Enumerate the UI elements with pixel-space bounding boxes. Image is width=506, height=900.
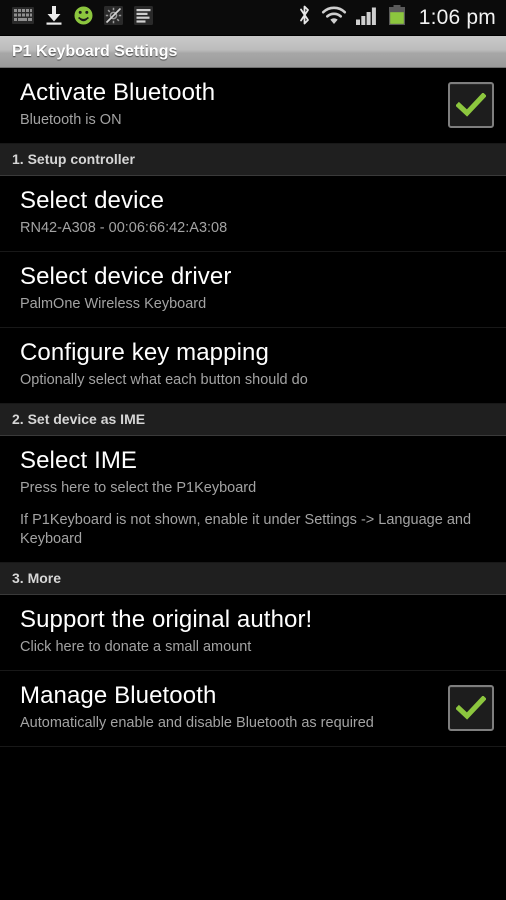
list-item-summary: Click here to donate a small amount xyxy=(20,639,252,656)
list-item-activate-bluetooth[interactable]: Activate Bluetooth Bluetooth is ON xyxy=(0,68,506,144)
list-item-select-ime[interactable]: Select IME Press here to select the P1Key… xyxy=(0,436,506,564)
list-item-summary: Bluetooth is ON xyxy=(20,111,122,128)
list-item-title: Select device driver xyxy=(20,263,232,290)
list-item-text: Activate Bluetooth Bluetooth is ON xyxy=(20,79,434,130)
list-item-text: Support the original author! Click here t… xyxy=(20,606,494,657)
list-item-widget xyxy=(434,685,494,732)
section-header-label: 3. More xyxy=(12,570,62,587)
page-title: P1 Keyboard Settings xyxy=(12,42,178,60)
title-bar: P1 Keyboard Settings xyxy=(0,36,506,68)
phone-screen: 1:06 pm P1 Keyboard Settings Activate Bl… xyxy=(0,0,506,900)
sync-disabled-icon xyxy=(104,5,123,30)
list-item-select-device-driver[interactable]: Select device driver PalmOne Wireless Key… xyxy=(0,252,506,328)
section-header-setup-controller: 1. Setup controller xyxy=(0,144,506,176)
list-item-title: Configure key mapping xyxy=(20,339,269,366)
list-item-configure-key-mapping[interactable]: Configure key mapping Optionally select w… xyxy=(0,328,506,404)
status-bar-clock: 1:06 pm xyxy=(418,5,496,29)
bluetooth-icon xyxy=(297,4,312,31)
checkmark-icon xyxy=(456,93,486,117)
list-item-widget xyxy=(434,82,494,128)
list-item-support-the-original-author[interactable]: Support the original author! Click here t… xyxy=(0,595,506,672)
list-item-title: Manage Bluetooth xyxy=(20,682,217,710)
list-item-title: Activate Bluetooth xyxy=(20,79,216,106)
list-item-manage-bluetooth[interactable]: Manage Bluetooth Automatically enable and… xyxy=(0,671,506,748)
list-item-select-device[interactable]: Select device RN42-A308 - 00:06:66:42:A3:… xyxy=(0,176,506,252)
wifi-icon xyxy=(321,5,347,30)
checkbox-activate-bluetooth[interactable] xyxy=(448,82,494,128)
list-icon xyxy=(134,5,153,30)
list-tail xyxy=(0,747,506,768)
list-item-summary: RN42-A308 - 00:06:66:42:A3:08 xyxy=(20,219,228,236)
checkmark-icon xyxy=(456,696,486,720)
list-item-summary: Optionally select what each button shoul… xyxy=(20,371,308,388)
list-item-title: Support the original author! xyxy=(20,606,313,634)
section-header-set-device-as-ime: 2. Set device as IME xyxy=(0,404,506,436)
list-item-text: Select device driver PalmOne Wireless Key… xyxy=(20,263,494,314)
list-item-text: Manage Bluetooth Automatically enable and… xyxy=(20,682,434,733)
list-item-text: Configure key mapping Optionally select w… xyxy=(20,339,494,390)
status-bar: 1:06 pm xyxy=(0,0,506,36)
list-item-text: Select device RN42-A308 - 00:06:66:42:A3:… xyxy=(20,187,494,238)
keyboard-icon xyxy=(12,6,34,29)
preference-list[interactable]: Activate Bluetooth Bluetooth is ON 1. Setu… xyxy=(0,68,506,748)
list-item-text: Select IME Press here to select the P1Key… xyxy=(20,447,494,549)
section-header-label: 2. Set device as IME xyxy=(12,411,146,427)
download-icon xyxy=(45,5,63,30)
list-item-title: Select IME xyxy=(20,447,138,474)
checkbox-manage-bluetooth[interactable] xyxy=(448,685,494,732)
list-item-title: Select device xyxy=(20,187,165,214)
next-item-peek xyxy=(0,747,506,767)
battery-icon xyxy=(388,5,406,30)
section-header-label: 1. Setup controller xyxy=(12,151,135,167)
list-item-summary: PalmOne Wireless Keyboard xyxy=(20,295,207,312)
list-item-summary: Automatically enable and disable Bluetoo… xyxy=(20,715,374,732)
list-item-summary: Press here to select the P1Keyboard xyxy=(20,479,257,496)
cellular-signal-icon xyxy=(355,6,379,30)
section-header-more: 3. More xyxy=(0,563,506,596)
status-bar-system-icons: 1:06 pm xyxy=(297,4,498,31)
status-bar-notification-icons xyxy=(12,5,153,30)
android-icon xyxy=(74,6,93,30)
list-item-summary-secondary: If P1Keyboard is not shown, enable it un… xyxy=(20,512,472,548)
